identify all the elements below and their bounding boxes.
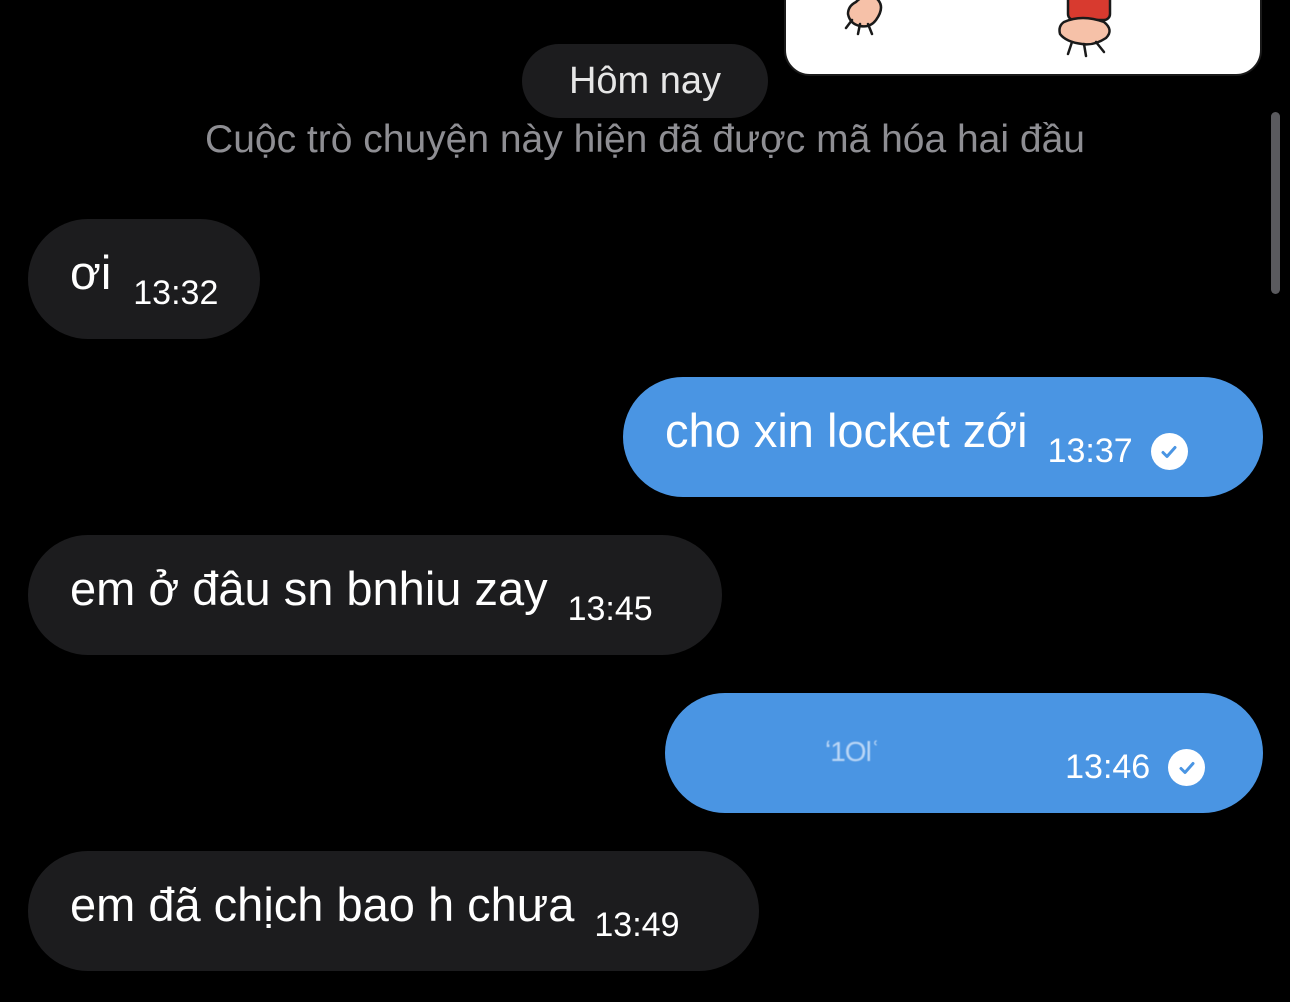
message-timestamp: 13:37 <box>1047 432 1133 470</box>
message-timestamp: 13:46 <box>1065 748 1151 786</box>
message-timestamp: 13:49 <box>594 906 680 944</box>
message-text: cho xin locket zới <box>665 404 1028 457</box>
chat-screen: Hôm nay Cuộc trò chuyện này hiện đã được… <box>0 0 1290 1002</box>
encryption-notice: Cuộc trò chuyện này hiện đã được mã hóa … <box>205 118 1085 161</box>
sticker-image[interactable] <box>784 0 1262 76</box>
cartoon-hands-sticker-icon <box>844 0 1112 58</box>
sent-check-icon <box>1150 433 1188 470</box>
outgoing-message[interactable]: ʻ1Olʿ 13:46 <box>665 693 1263 813</box>
message-timestamp: 13:32 <box>133 274 219 312</box>
scrollbar[interactable] <box>1271 112 1280 294</box>
date-separator: Hôm nay <box>522 44 768 118</box>
sent-check-icon <box>1168 749 1206 786</box>
message-text: ʻ1Olʿ <box>825 736 880 767</box>
incoming-message[interactable]: em đã chịch bao h chưa 13:49 <box>28 851 759 971</box>
message-text: em đã chịch bao h chưa <box>70 878 575 931</box>
message-text: em ở đâu sn bnhiu zay <box>70 562 548 615</box>
message-timestamp: 13:45 <box>567 590 653 628</box>
outgoing-message[interactable]: cho xin locket zới 13:37 <box>623 377 1263 497</box>
message-text: ơi <box>70 246 112 299</box>
incoming-message[interactable]: ơi 13:32 <box>28 219 260 339</box>
incoming-message[interactable]: em ở đâu sn bnhiu zay 13:45 <box>28 535 722 655</box>
